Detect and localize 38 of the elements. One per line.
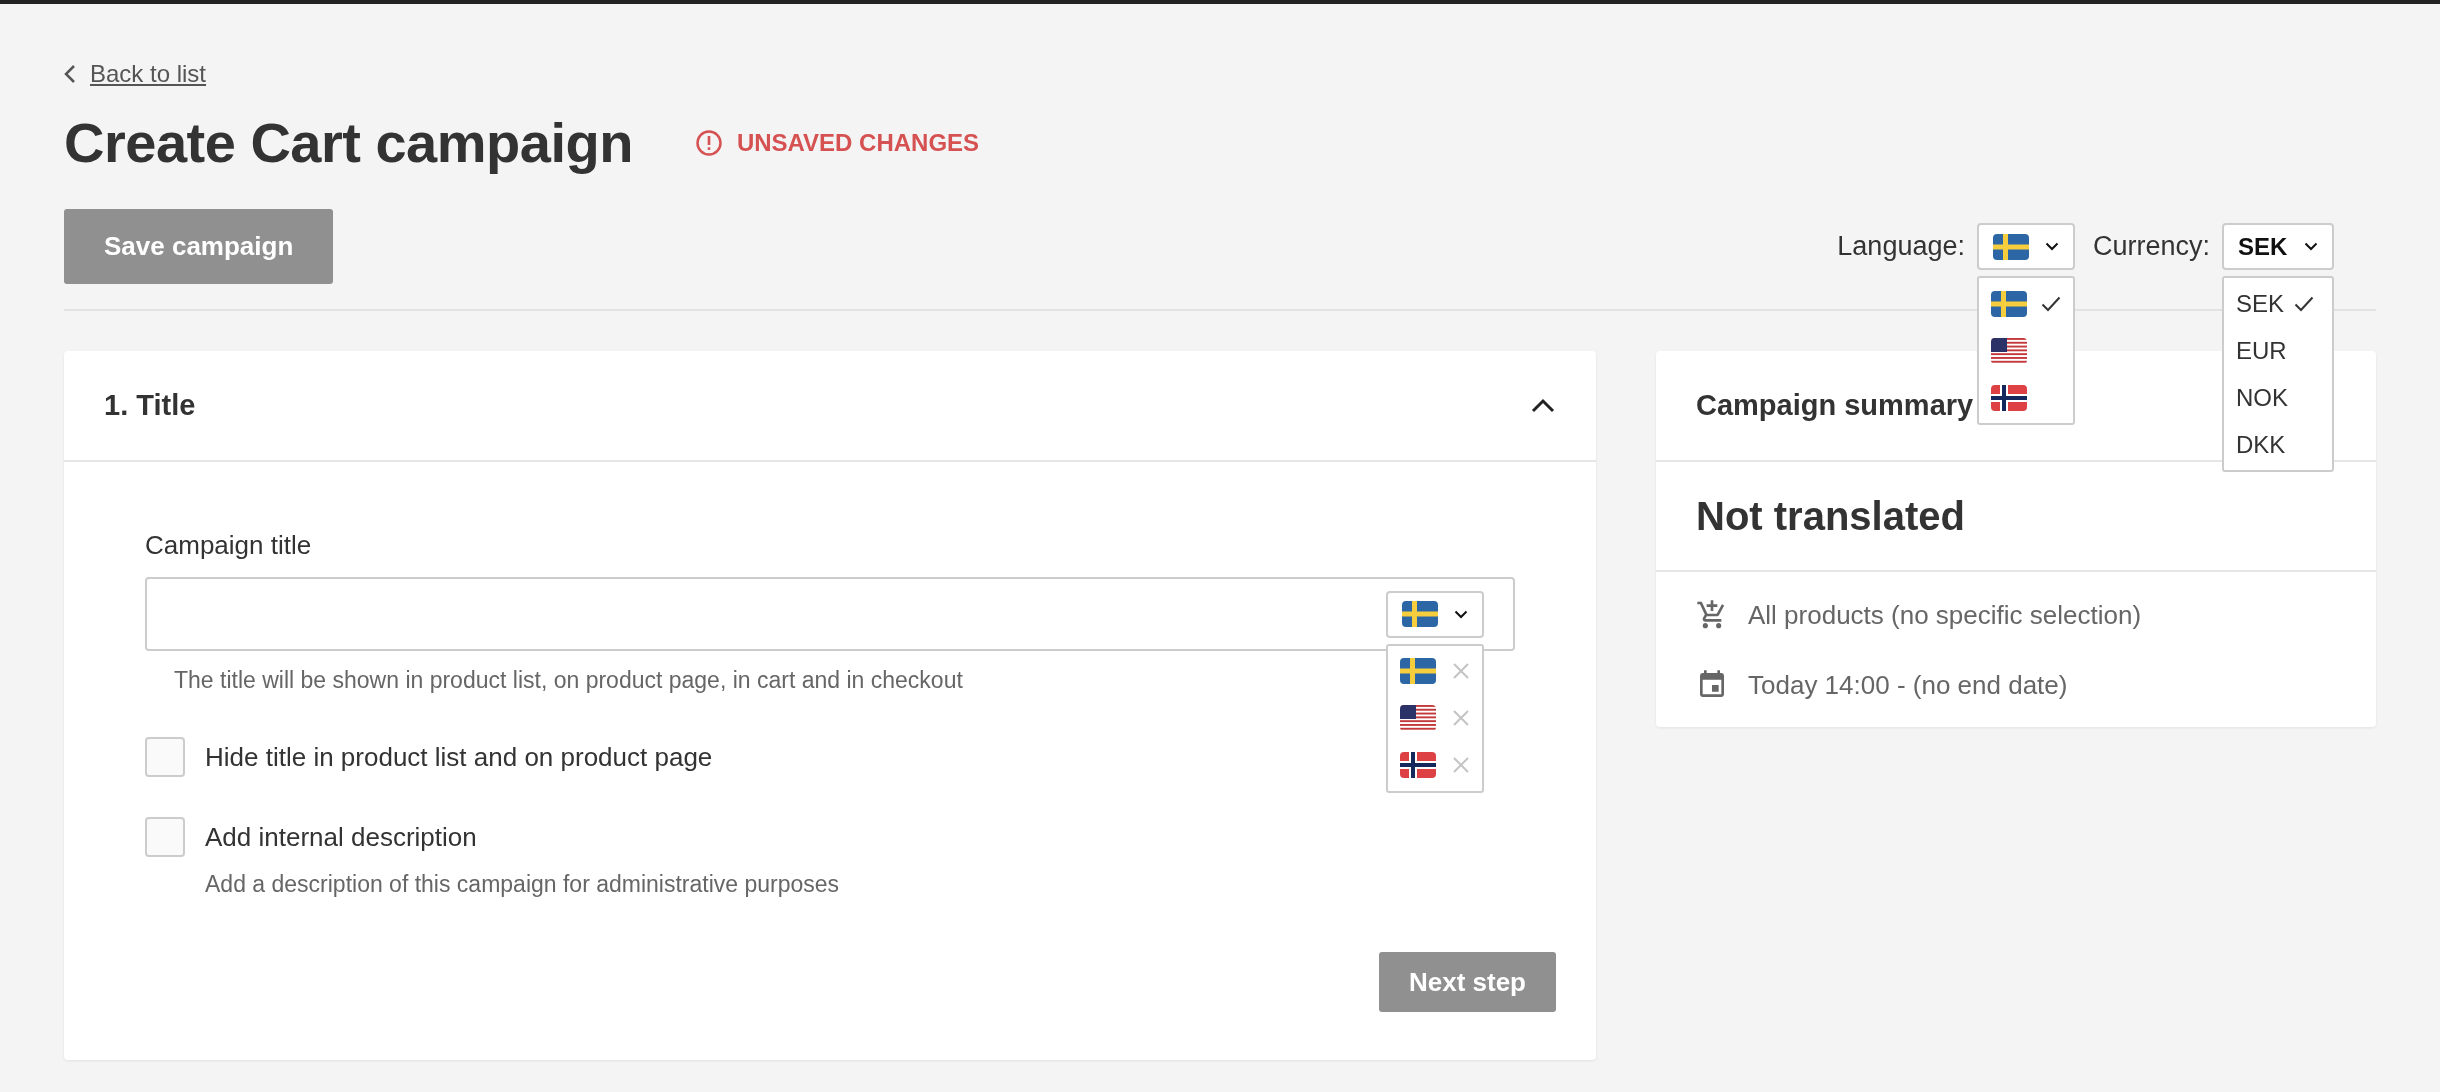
norwegian-flag-icon: [1990, 384, 2027, 411]
checkbox-description: Add a description of this campaign for administrative purposes: [205, 871, 841, 898]
translation-status: Not translated: [1696, 493, 1965, 539]
help-text: The title will be shown in product list, on product page, in cart and in checkout: [174, 667, 963, 694]
field-label: Campaign title: [145, 530, 313, 561]
norwegian-flag-icon: [1400, 752, 1436, 778]
section-heading: 1. Title: [104, 389, 196, 422]
summary-item: Today 14:00 - (no end date): [1748, 669, 2068, 701]
currency-option[interactable]: DKK: [2224, 421, 2332, 468]
back-link[interactable]: Back to list: [90, 60, 207, 88]
checkbox[interactable]: [145, 817, 185, 857]
currency-option[interactable]: SEK: [2224, 280, 2332, 327]
summary-item: All products (no specific selection): [1748, 599, 2142, 631]
language-label: Language:: [1837, 231, 1965, 262]
caret-icon: [2044, 242, 2059, 251]
caret-icon: [1454, 609, 1468, 619]
chevron-left-icon: [64, 64, 76, 84]
checkbox[interactable]: [145, 737, 185, 777]
currency-label: Currency:: [2092, 231, 2210, 262]
alert-icon: [694, 129, 723, 157]
caret-icon: [2304, 242, 2318, 251]
currency-option[interactable]: NOK: [2224, 374, 2332, 421]
swedish-flag-icon: [1992, 233, 2029, 260]
checkbox-label: Add internal description: [205, 821, 477, 853]
currency-option[interactable]: EUR: [2224, 327, 2332, 374]
us-flag-icon: [1990, 337, 2027, 364]
language-dropdown[interactable]: [1976, 223, 2075, 270]
unsaved-changes-label: UNSAVED CHANGES: [736, 129, 980, 157]
swedish-flag-icon: [1400, 658, 1436, 684]
summary-heading: Campaign summary: [1696, 389, 1974, 422]
page-title: Create Cart campaign: [64, 110, 633, 176]
swedish-flag-icon: [1990, 290, 2027, 317]
chevron-icon[interactable]: [1530, 396, 1556, 415]
currency-dropdown[interactable]: SEK: [2222, 223, 2334, 270]
translation-dropdown[interactable]: [1386, 590, 1484, 638]
swedish-flag-icon: [1402, 601, 1438, 627]
us-flag-icon: [1400, 705, 1436, 731]
checkbox-label: Hide title in product list and on product page: [205, 741, 713, 773]
